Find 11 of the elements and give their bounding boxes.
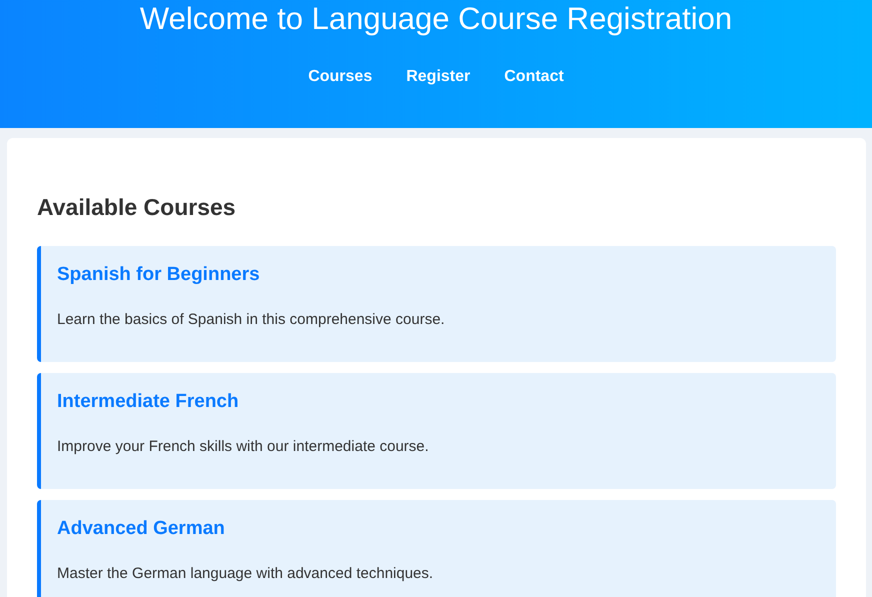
nav-link[interactable]: Contact [504,67,564,87]
course-description: Learn the basics of Spanish in this comprehensive course. [57,310,446,330]
page-title: Welcome to Language Course Registration [140,0,732,38]
course-description: Improve your French skills with our intermediate course. [57,437,430,457]
nav-link[interactable]: Courses [308,67,372,87]
course-title: Spanish for Beginners [57,263,261,287]
nav-link[interactable]: Register [406,67,470,87]
course-title: Advanced German [57,517,226,541]
section-heading: Available Courses [37,193,237,222]
course-description: Master the German language with advanced techniques. [57,564,434,584]
course-title: Intermediate French [57,390,240,414]
